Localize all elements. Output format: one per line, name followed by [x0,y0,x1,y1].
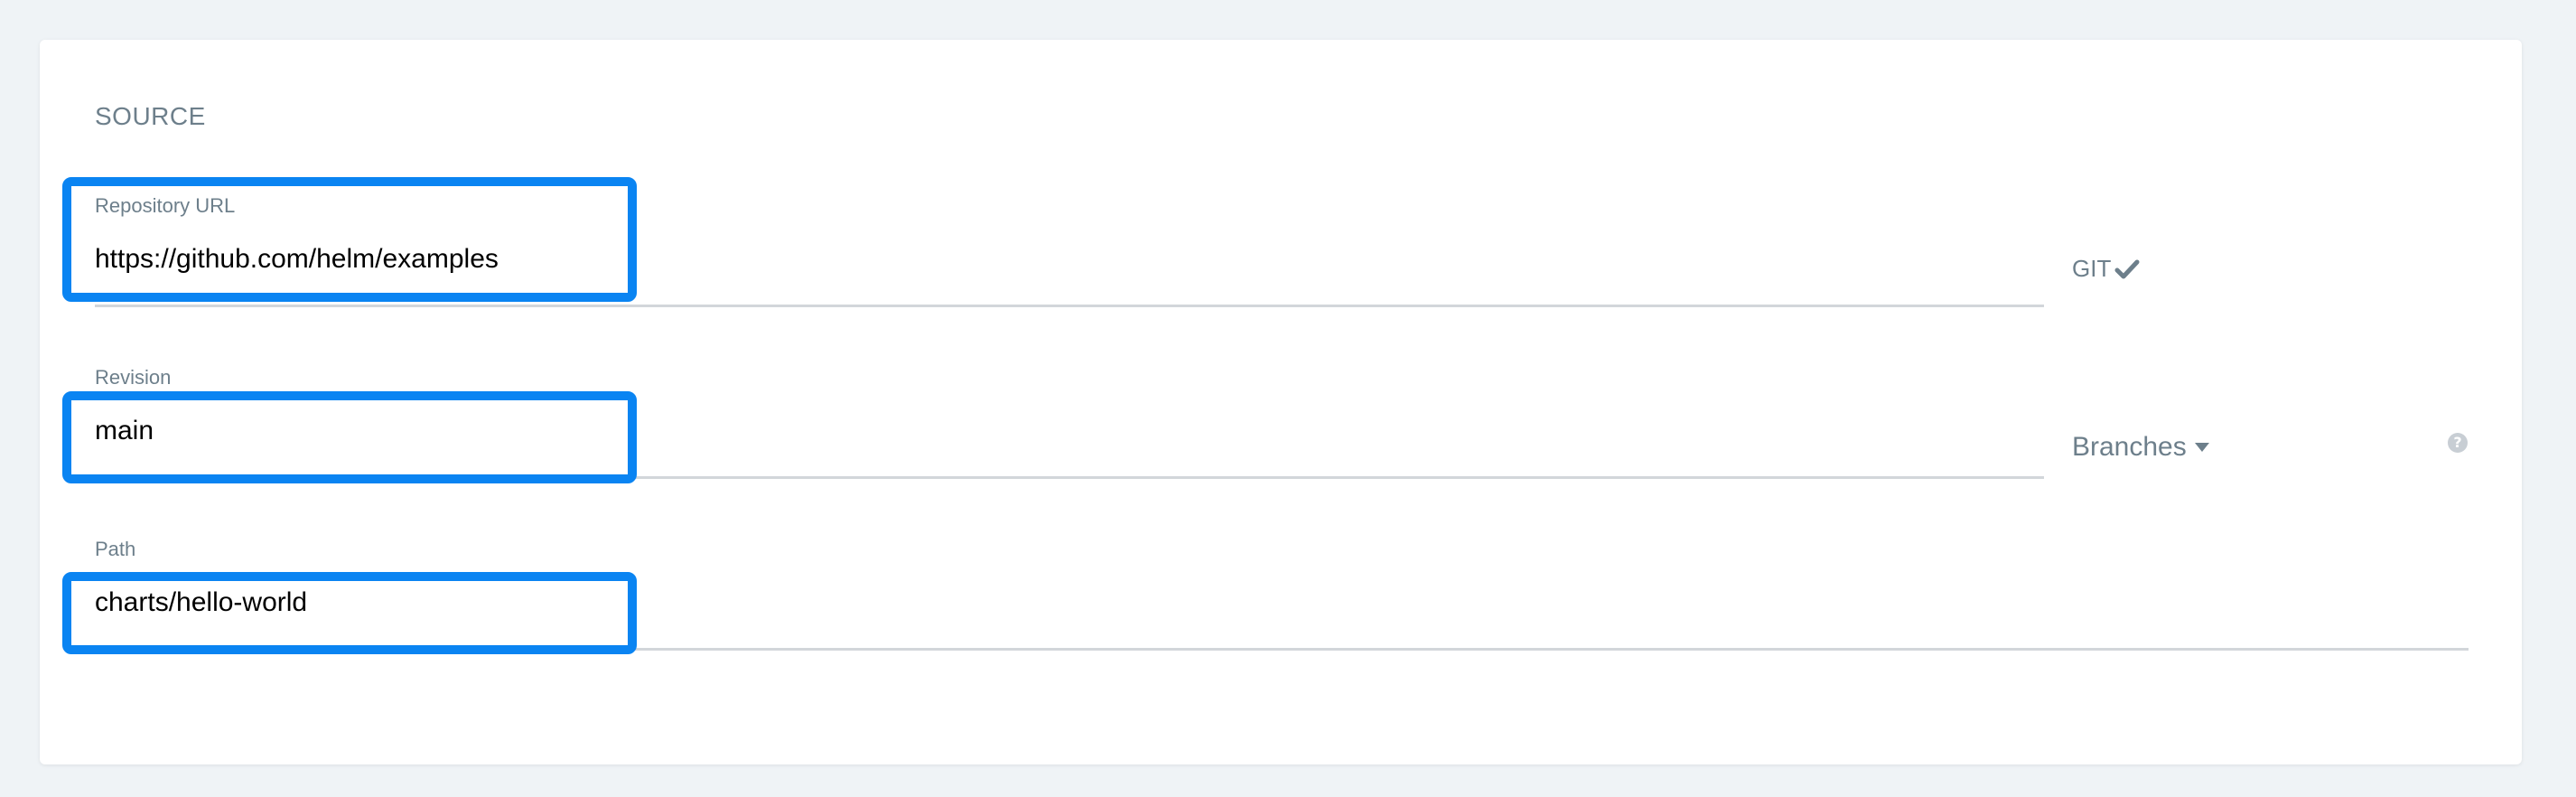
repository-url-label: Repository URL [95,194,236,217]
revision-input[interactable] [95,413,2037,449]
caret-down-icon [2194,443,2209,452]
source-card [40,40,2522,764]
question-circle-icon[interactable]: ? [2448,433,2468,453]
check-icon [2114,259,2140,278]
repository-url-input[interactable] [95,241,2037,277]
branches-label: Branches [2072,432,2187,462]
path-label: Path [95,538,136,560]
path-underline [95,648,2469,651]
path-input[interactable] [95,585,2443,621]
repository-url-underline [95,305,2044,307]
section-title: SOURCE [95,102,206,130]
revision-label: Revision [95,366,172,389]
revision-underline [95,476,2044,479]
repo-type-git-tag: GIT [2072,255,2140,283]
branches-dropdown[interactable]: Branches [2072,432,2210,463]
git-tag-label: GIT [2072,255,2112,282]
